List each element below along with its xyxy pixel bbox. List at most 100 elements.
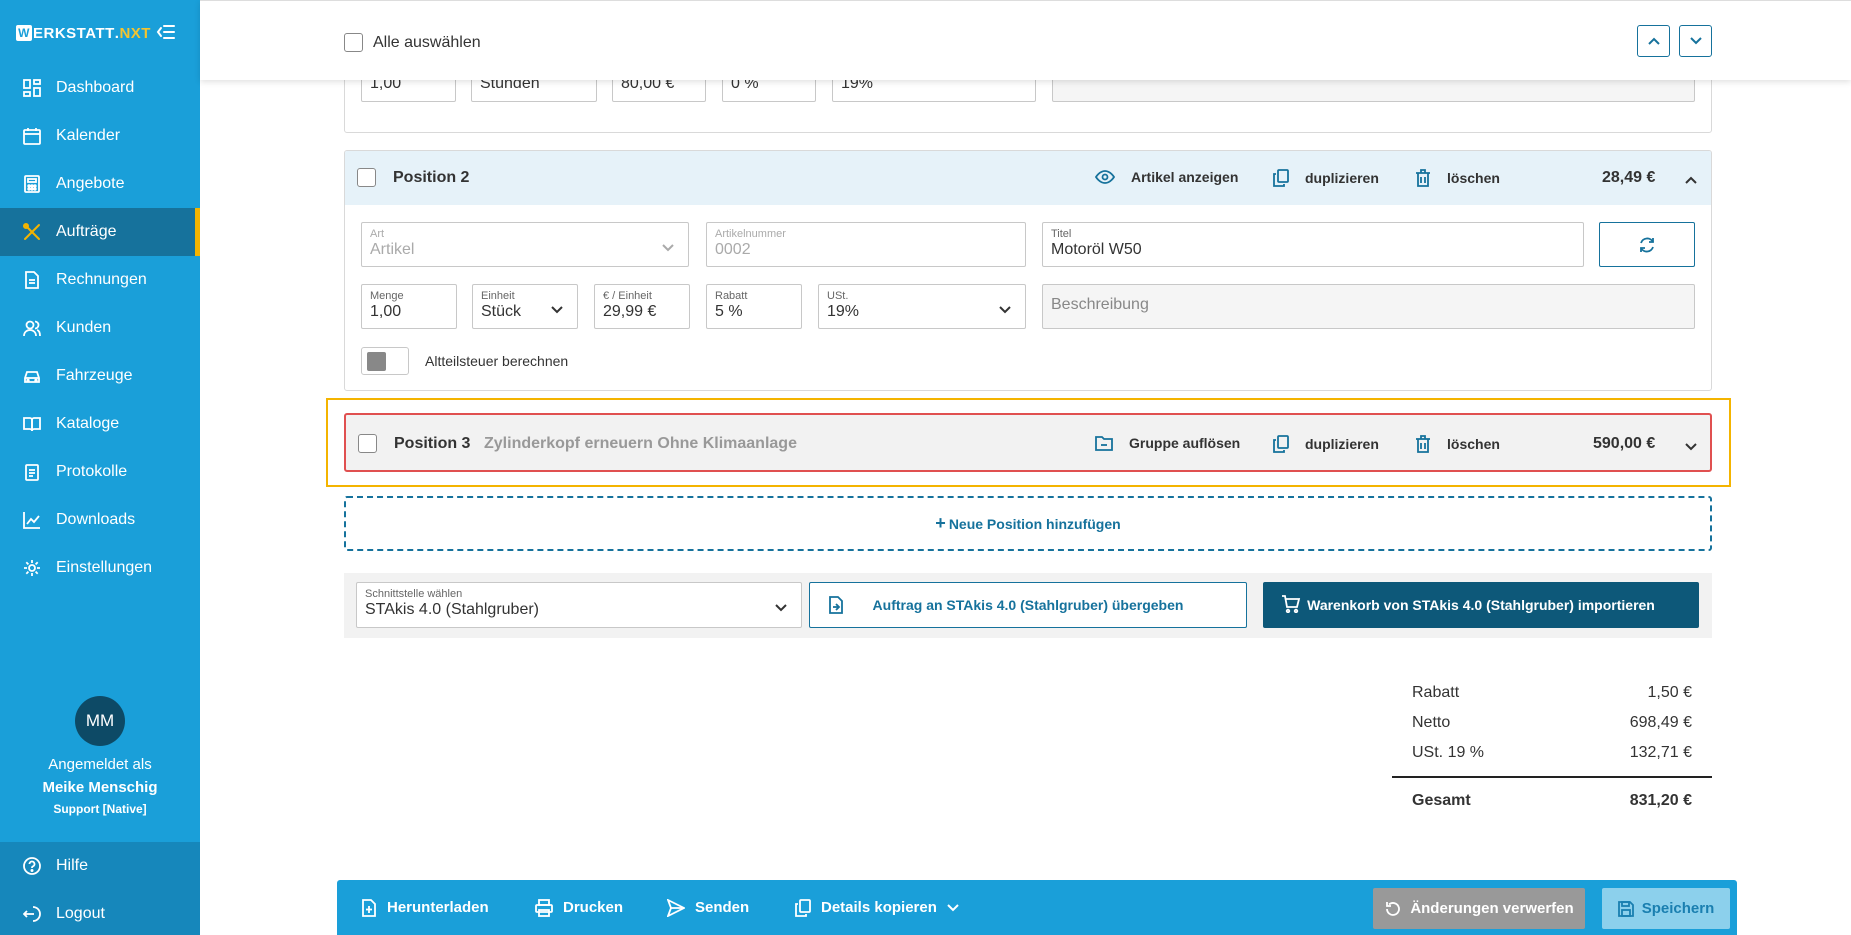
sidebar-item-kunden[interactable]: Kunden xyxy=(0,304,200,352)
sidebar-item-logout[interactable]: Logout xyxy=(0,890,200,935)
interface-panel: Schnittstelle wählen STAkis 4.0 (Stahlgr… xyxy=(344,573,1712,638)
position-2-card: Position 2 Artikel anzeigen duplizieren … xyxy=(344,150,1712,391)
chevron-up-icon[interactable] xyxy=(1685,171,1697,189)
discount-field[interactable]: Rabatt 5 % xyxy=(706,284,802,329)
app-logo[interactable]: W ERKSTATT. NXT xyxy=(16,24,151,42)
select-all-checkbox[interactable] xyxy=(344,33,363,52)
position-2-price: 28,49 € xyxy=(1602,169,1656,186)
sidebar-item-protokolle[interactable]: Protokolle xyxy=(0,448,200,496)
sidebar-item-angebote[interactable]: Angebote xyxy=(0,160,200,208)
sidebar-item-hilfe[interactable]: Hilfe xyxy=(0,842,200,890)
position-2-duplicate-button[interactable]: duplizieren xyxy=(1273,169,1379,187)
description-field[interactable]: Beschreibung xyxy=(1042,284,1695,329)
ungroup-button[interactable]: Gruppe auflösen xyxy=(1095,435,1240,451)
sidebar-item-label: Angebote xyxy=(56,175,125,192)
toggle-knob xyxy=(367,352,386,371)
position-2-header[interactable]: Position 2 Artikel anzeigen duplizieren … xyxy=(345,151,1711,205)
totals-row-total: Gesamt 831,20 € xyxy=(1412,792,1692,809)
undo-icon xyxy=(1384,900,1402,918)
unit-price-field[interactable]: € / Einheit 29,99 € xyxy=(594,284,690,329)
sidebar-item-einstellungen[interactable]: Einstellungen xyxy=(0,544,200,592)
print-button[interactable]: Drucken xyxy=(535,880,623,935)
vat-select[interactable]: USt. 19% xyxy=(818,284,1026,329)
sidebar-item-dashboard[interactable]: Dashboard xyxy=(0,64,200,112)
chevron-down-icon xyxy=(775,599,787,617)
refresh-icon xyxy=(1640,237,1654,252)
sidebar-item-fahrzeuge[interactable]: Fahrzeuge xyxy=(0,352,200,400)
user-role: Support [Native] xyxy=(53,802,147,816)
altteil-toggle[interactable] xyxy=(361,347,409,375)
interface-select[interactable]: Schnittstelle wählen STAkis 4.0 (Stahlgr… xyxy=(356,582,802,628)
position-2-checkbox[interactable] xyxy=(357,168,376,187)
sidebar-item-label: Hilfe xyxy=(56,857,89,874)
sidebar-item-label: Fahrzeuge xyxy=(56,367,133,384)
position-3-checkbox[interactable] xyxy=(358,434,377,453)
position-2-delete-button[interactable]: löschen xyxy=(1415,169,1500,187)
sidebar-item-auftraege[interactable]: Aufträge xyxy=(0,208,200,256)
download-button[interactable]: Herunterladen xyxy=(361,880,489,935)
import-cart-button[interactable]: Warenkorb von STAkis 4.0 (Stahlgruber) i… xyxy=(1263,582,1699,628)
sidebar-item-label: Logout xyxy=(56,905,105,922)
chevron-down-icon xyxy=(551,301,563,319)
unit-select[interactable]: Einheit Stück xyxy=(472,284,578,329)
refresh-button[interactable] xyxy=(1599,222,1695,267)
printer-icon xyxy=(535,898,553,917)
sidebar-footer: Hilfe Logout xyxy=(0,842,200,935)
copy-details-button[interactable]: Details kopieren xyxy=(795,880,959,935)
save-icon xyxy=(1617,900,1634,917)
totals-row-net: Netto 698,49 € xyxy=(1412,714,1692,731)
art-select[interactable]: Art Artikel xyxy=(361,222,689,267)
plus-icon: + xyxy=(935,513,946,533)
logo-text: ERKSTATT xyxy=(33,24,115,42)
chevron-down-icon xyxy=(1689,37,1702,45)
dashboard-icon xyxy=(22,78,42,98)
top-bar: Alle auswählen xyxy=(200,0,1851,80)
position-3-delete-button[interactable]: löschen xyxy=(1415,435,1500,453)
users-icon xyxy=(22,318,42,338)
position-3-duplicate-button[interactable]: duplizieren xyxy=(1273,435,1379,453)
save-button[interactable]: Speichern xyxy=(1602,888,1730,929)
scroll-up-button[interactable] xyxy=(1637,25,1670,57)
eye-icon xyxy=(1095,169,1115,185)
trash-icon xyxy=(1415,435,1431,453)
select-all[interactable]: Alle auswählen xyxy=(344,33,481,52)
sidebar-item-label: Aufträge xyxy=(56,223,117,240)
add-position-button[interactable]: + Neue Position hinzufügen xyxy=(344,496,1712,551)
logo-mark: W xyxy=(16,25,32,41)
sidebar-item-rechnungen[interactable]: Rechnungen xyxy=(0,256,200,304)
sidebar-item-kalender[interactable]: Kalender xyxy=(0,112,200,160)
copy-icon xyxy=(795,898,811,917)
copy-icon xyxy=(1273,169,1289,187)
sidebar: W ERKSTATT. NXT Dashboard Kalender Angebot… xyxy=(0,0,200,935)
title-field[interactable]: Titel Motoröl W50 xyxy=(1042,222,1584,267)
totals-row-discount: Rabatt 1,50 € xyxy=(1412,684,1692,701)
user-info: MM Angemeldet als Meike Menschig Support… xyxy=(0,696,200,816)
logo-suffix: NXT xyxy=(119,24,151,42)
bottom-action-bar: Herunterladen Drucken Senden Details kop… xyxy=(337,880,1737,935)
file-download-icon xyxy=(361,898,377,917)
collapse-sidebar-icon[interactable] xyxy=(156,22,178,44)
totals-divider xyxy=(1392,776,1712,778)
file-export-icon xyxy=(828,596,844,617)
discard-changes-button[interactable]: Änderungen verwerfen xyxy=(1373,888,1585,929)
chart-icon xyxy=(22,510,42,530)
transfer-order-button[interactable]: Auftrag an STAkis 4.0 (Stahlgruber) über… xyxy=(809,582,1247,628)
totals-row-vat: USt. 19 % 132,71 € xyxy=(1412,744,1692,761)
chevron-down-icon xyxy=(947,903,959,912)
article-number-field[interactable]: Artikelnummer 0002 xyxy=(706,222,1026,267)
sidebar-item-downloads[interactable]: Downloads xyxy=(0,496,200,544)
send-button[interactable]: Senden xyxy=(667,880,749,935)
show-article-button[interactable]: Artikel anzeigen xyxy=(1095,169,1238,185)
position-2-title: Position 2 xyxy=(393,169,470,186)
tools-icon xyxy=(22,222,42,242)
avatar: MM xyxy=(75,696,125,746)
quantity-field[interactable]: Menge 1,00 xyxy=(361,284,457,329)
chevron-down-icon[interactable] xyxy=(1685,438,1697,456)
user-name: Meike Menschig xyxy=(42,779,158,796)
folder-minus-icon xyxy=(1095,435,1113,451)
sidebar-item-kataloge[interactable]: Kataloge xyxy=(0,400,200,448)
position-3-card[interactable]: Position 3 Zylinderkopf erneuern Ohne Kl… xyxy=(344,413,1712,472)
sidebar-item-label: Kalender xyxy=(56,127,121,144)
sidebar-item-label: Downloads xyxy=(56,511,136,528)
scroll-down-button[interactable] xyxy=(1679,25,1712,57)
